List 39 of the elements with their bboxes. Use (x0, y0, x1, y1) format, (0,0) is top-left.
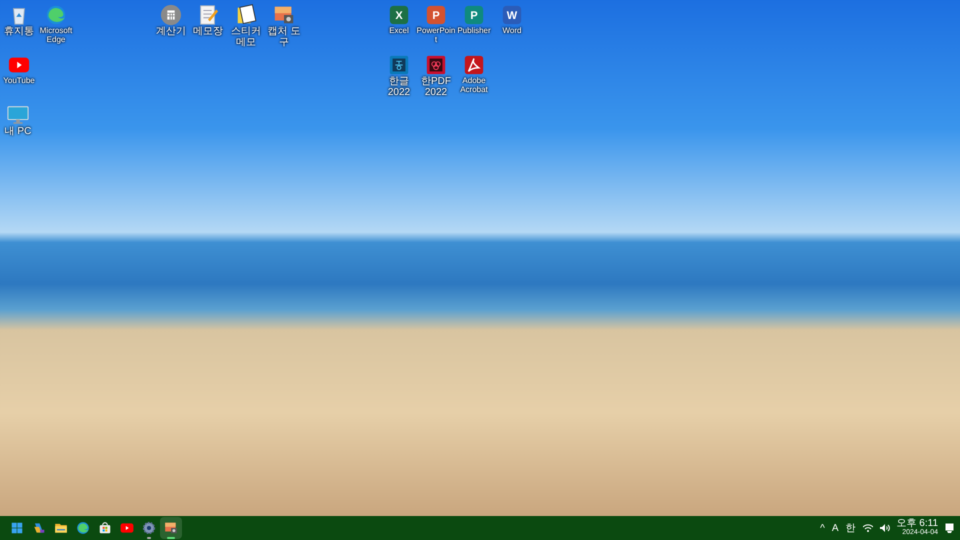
pc-app-icon (7, 104, 29, 126)
desktop-icon-label[interactable]: 스티커 메모 (228, 26, 264, 48)
settings-icon (142, 521, 156, 535)
desktop-icon-label[interactable]: 메모장 (193, 26, 223, 37)
language-button[interactable]: A (832, 520, 838, 536)
desktop-icon-label[interactable]: Word (502, 26, 522, 35)
desktop-icon-label[interactable]: 내 PC (4, 126, 32, 137)
desktop-icon-label[interactable]: 한PDF 2022 (418, 76, 454, 98)
desktop-icon-label[interactable]: PowerPoint (416, 26, 456, 44)
clock-time[interactable]: 오후 6:11 (896, 519, 938, 528)
notepad-app-icon (197, 4, 219, 26)
edge-icon (76, 521, 90, 535)
desktop-icon-label[interactable]: Excel (389, 26, 409, 35)
wifi-icon[interactable] (862, 524, 872, 532)
running-indicator (147, 537, 151, 539)
start-icon (10, 521, 24, 535)
copilot-icon (32, 521, 46, 535)
ime-button[interactable]: 한 (846, 520, 856, 536)
snip-icon (164, 521, 178, 535)
desktop-icon-label[interactable]: Microsoft Edge (36, 26, 76, 44)
edge-app-icon (45, 4, 67, 26)
desktop-icon-label[interactable]: Adobe Acrobat (454, 76, 494, 94)
desktop-icon-label[interactable]: YouTube (3, 76, 35, 85)
notification-icon[interactable] (945, 523, 954, 533)
folder-icon (54, 521, 68, 535)
running-indicator (167, 537, 175, 539)
taskbar-button[interactable] (160, 517, 182, 539)
snip-app-icon (273, 4, 295, 26)
tray-overflow-button[interactable]: ^ (820, 520, 825, 536)
desktop-icon-label[interactable]: 휴지통 (4, 26, 34, 37)
volume-icon[interactable] (880, 524, 890, 532)
desktop-icon-label[interactable]: 계산기 (156, 26, 186, 37)
calculator-app-icon (160, 4, 182, 26)
youtube-icon (120, 521, 134, 535)
desktop-icon-label[interactable]: Publisher (457, 26, 491, 35)
store-icon (98, 521, 112, 535)
desktop-icon-label[interactable]: 캡처 도구 (266, 26, 302, 48)
desktop-icon-label[interactable]: 한글 2022 (381, 76, 417, 98)
sticky-app-icon (235, 4, 257, 26)
